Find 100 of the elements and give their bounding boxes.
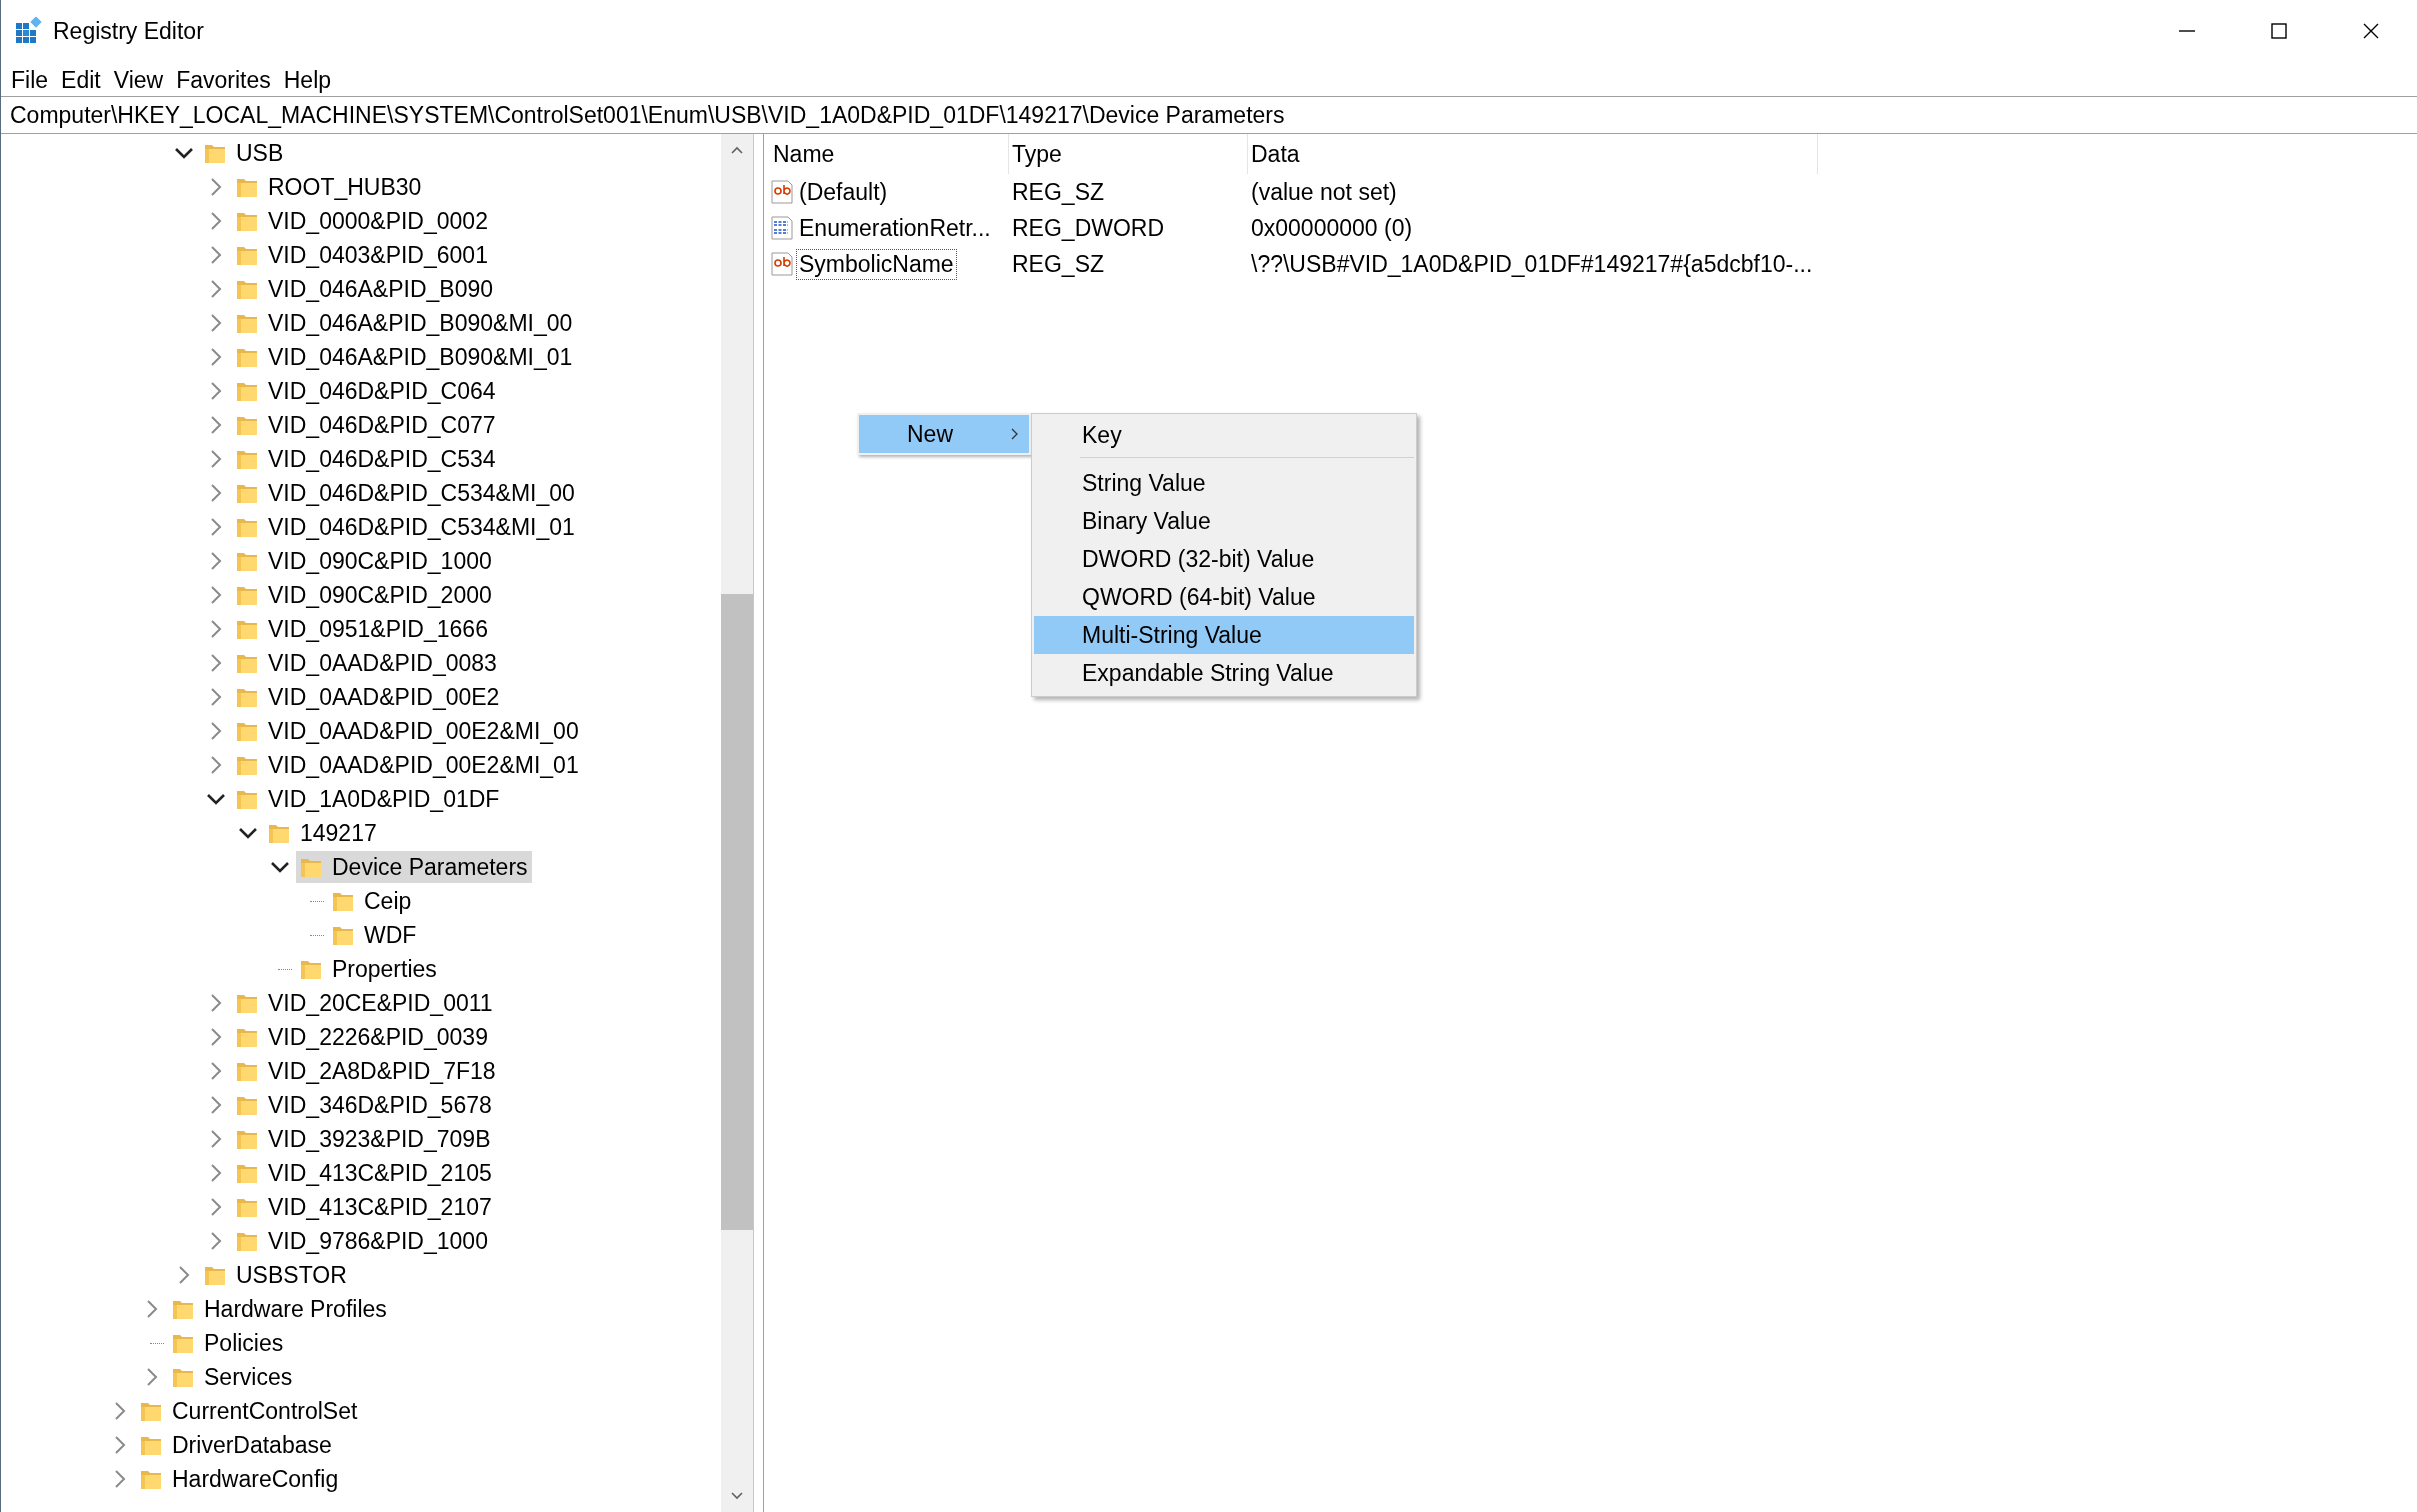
menu-item[interactable]: New (859, 415, 1029, 453)
folder-icon (236, 550, 258, 572)
menu-item[interactable]: QWORD (64-bit) Value (1034, 578, 1414, 616)
folder-icon (172, 1332, 194, 1354)
tree-node-label: VID_0AAD&PID_0083 (268, 649, 497, 677)
address-bar[interactable]: Computer\HKEY_LOCAL_MACHINE\SYSTEM\ControlSet001\Enum\USB\VID_1A0D&PID_01DF\149217\Device Parameters (1, 96, 2417, 134)
tree-node[interactable]: VID_0AAD&PID_00E2&MI_01 (232, 749, 583, 781)
tree-node[interactable]: VID_0000&PID_0002 (232, 205, 492, 237)
tree-node[interactable]: VID_0AAD&PID_0083 (232, 647, 501, 679)
folder-icon (236, 652, 258, 674)
tree-node[interactable]: VID_413C&PID_2105 (232, 1157, 496, 1189)
tree-node[interactable]: VID_3923&PID_709B (232, 1123, 495, 1155)
value-data: (value not set) (1250, 178, 1398, 206)
tree-node[interactable]: VID_046A&PID_B090 (232, 273, 498, 305)
tree-node-label: VID_9786&PID_1000 (268, 1227, 488, 1255)
maximize-icon (2269, 21, 2289, 41)
tree-node[interactable]: Device Parameters (296, 851, 532, 883)
tree-node-label: DriverDatabase (172, 1431, 332, 1459)
folder-icon (236, 686, 258, 708)
folder-icon (236, 788, 258, 810)
folder-icon (140, 1400, 162, 1422)
tree-node-label: 149217 (300, 819, 377, 847)
folder-icon (236, 210, 258, 232)
tree-node[interactable]: Ceip (328, 885, 416, 917)
folder-icon (300, 856, 322, 878)
string-value-icon (770, 180, 794, 204)
tree-node[interactable]: CurrentControlSet (136, 1395, 362, 1427)
tree-node-label: WDF (364, 921, 417, 949)
column-header[interactable]: Name (770, 134, 1009, 174)
window-title: Registry Editor (53, 17, 204, 45)
tree-node[interactable]: VID_090C&PID_2000 (232, 579, 496, 611)
value-name[interactable]: EnumerationRetr... (796, 212, 994, 244)
folder-icon (236, 618, 258, 640)
value-name[interactable]: (Default) (796, 176, 891, 208)
tree-node[interactable]: VID_2A8D&PID_7F18 (232, 1055, 500, 1087)
folder-icon (236, 1094, 258, 1116)
tree-node[interactable]: VID_0403&PID_6001 (232, 239, 492, 271)
value-data: 0x00000000 (0) (1250, 214, 1414, 242)
tree-node[interactable]: VID_046D&PID_C534&MI_00 (232, 477, 579, 509)
tree-node[interactable]: USB (200, 137, 288, 169)
menu-item[interactable]: View (107, 64, 171, 94)
tree-node-label: VID_046D&PID_C077 (268, 411, 496, 439)
tree-node[interactable]: VID_046A&PID_B090&MI_00 (232, 307, 577, 339)
tree-node[interactable]: HardwareConfig (136, 1463, 343, 1495)
folder-icon (172, 1298, 194, 1320)
folder-icon (236, 992, 258, 1014)
menu-item[interactable]: Help (277, 64, 339, 94)
tree-node[interactable]: VID_2226&PID_0039 (232, 1021, 492, 1053)
folder-icon (332, 924, 354, 946)
folder-icon (236, 584, 258, 606)
folder-icon (236, 1230, 258, 1252)
value-data: \??\USB#VID_1A0D&PID_01DF#149217#{a5dcbf10-... (1250, 250, 1814, 278)
tree-node[interactable]: ROOT_HUB30 (232, 171, 426, 203)
scrollbar[interactable] (721, 134, 753, 1512)
tree-node[interactable]: VID_413C&PID_2107 (232, 1191, 496, 1223)
tree-node[interactable]: DriverDatabase (136, 1429, 336, 1461)
menu-item[interactable]: DWORD (32-bit) Value (1034, 540, 1414, 578)
column-header[interactable]: Type (1009, 134, 1248, 174)
tree-node[interactable]: VID_046D&PID_C064 (232, 375, 500, 407)
tree-node[interactable]: VID_346D&PID_5678 (232, 1089, 496, 1121)
tree-node[interactable]: VID_1A0D&PID_01DF (232, 783, 504, 815)
tree-node-label: Services (204, 1363, 293, 1391)
tree-node[interactable]: VID_046D&PID_C534&MI_01 (232, 511, 579, 543)
tree-node[interactable]: Hardware Profiles (168, 1293, 391, 1325)
tree-node[interactable]: USBSTOR (200, 1259, 351, 1291)
tree-node[interactable]: VID_0AAD&PID_00E2&MI_00 (232, 715, 583, 747)
tree-node[interactable]: VID_0AAD&PID_00E2 (232, 681, 504, 713)
tree-node[interactable]: VID_046A&PID_B090&MI_01 (232, 341, 577, 373)
menu-item[interactable]: String Value (1034, 464, 1414, 502)
tree-node[interactable]: 149217 (264, 817, 381, 849)
string-value-icon (770, 252, 794, 276)
folder-icon (236, 278, 258, 300)
column-header[interactable]: Data (1248, 134, 1818, 174)
tree-node-label: Policies (204, 1329, 284, 1357)
menu-item[interactable]: Binary Value (1034, 502, 1414, 540)
tree-node[interactable]: Services (168, 1361, 297, 1393)
tree-node[interactable]: Policies (168, 1327, 288, 1359)
menu-item[interactable]: File (5, 64, 56, 94)
tree-node[interactable]: VID_046D&PID_C077 (232, 409, 500, 441)
menu-item[interactable]: Key (1034, 416, 1414, 454)
tree-node-label: HardwareConfig (172, 1465, 339, 1493)
tree-node[interactable]: Properties (296, 953, 441, 985)
menu-item[interactable]: Expandable String Value (1034, 654, 1414, 692)
tree-node[interactable]: VID_20CE&PID_0011 (232, 987, 497, 1019)
folder-icon (300, 958, 322, 980)
scrollbar-thumb[interactable] (721, 594, 753, 1230)
tree-node-label: VID_046A&PID_B090 (268, 275, 494, 303)
folder-icon (204, 1264, 226, 1286)
tree-node[interactable]: VID_046D&PID_C534 (232, 443, 500, 475)
tree-node-label: USB (236, 139, 284, 167)
menu-item[interactable]: Favorites (170, 64, 278, 94)
menu-item[interactable]: Edit (55, 64, 108, 94)
menu-item[interactable]: Multi-String Value (1034, 616, 1414, 654)
tree-node[interactable]: VID_9786&PID_1000 (232, 1225, 492, 1257)
tree-node[interactable]: WDF (328, 919, 421, 951)
value-name[interactable]: SymbolicName (796, 248, 957, 280)
tree-node[interactable]: VID_0951&PID_1666 (232, 613, 492, 645)
tree-node-label: Device Parameters (332, 853, 528, 881)
tree-node[interactable]: VID_090C&PID_1000 (232, 545, 496, 577)
folder-icon (236, 482, 258, 504)
